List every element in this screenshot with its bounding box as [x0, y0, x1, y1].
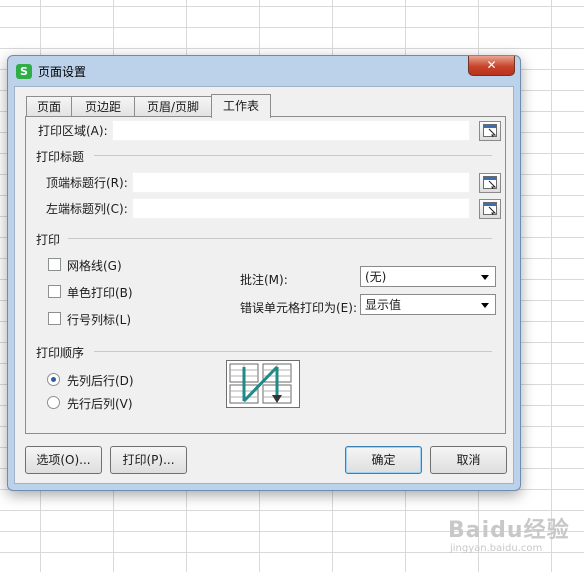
baidu-watermark-url: jingyan.baidu.com: [450, 543, 543, 554]
range-select-icon: [483, 202, 497, 215]
close-button[interactable]: ✕: [468, 56, 515, 76]
cell-errors-select-value: 显示值: [365, 298, 402, 312]
separator: [94, 155, 492, 156]
mono-print-checkbox[interactable]: [48, 285, 61, 298]
over-then-down-label: 先行后列(V): [67, 397, 133, 411]
left-columns-label: 左端标题列(C):: [46, 202, 128, 216]
tab-margins[interactable]: 页边距: [71, 96, 135, 117]
tab-page[interactable]: 页面: [26, 96, 72, 117]
tab-sheet[interactable]: 工作表: [211, 94, 271, 118]
print-section-label: 打印: [36, 233, 61, 247]
range-select-icon: [483, 176, 497, 189]
print-button[interactable]: 打印(P)...: [110, 446, 187, 474]
separator: [94, 351, 492, 352]
top-rows-picker-button[interactable]: [479, 173, 501, 193]
ok-button[interactable]: 确定: [345, 446, 422, 474]
top-rows-label: 顶端标题行(R):: [46, 176, 128, 190]
options-button[interactable]: 选项(O)...: [25, 446, 102, 474]
comments-select[interactable]: (无): [360, 266, 496, 287]
page-setup-dialog: S 页面设置 ✕ 页面 页边距 页眉/页脚 工作表 打印区域(A): 打印标题 …: [7, 55, 521, 491]
range-select-icon: [483, 124, 497, 137]
row-col-headings-checkbox[interactable]: [48, 312, 61, 325]
baidu-watermark: Baidu经验: [448, 518, 570, 543]
left-columns-picker-button[interactable]: [479, 199, 501, 219]
chevron-down-icon: [481, 275, 489, 280]
page-order-preview-icon: [229, 363, 292, 404]
gridlines-checkbox[interactable]: [48, 258, 61, 271]
wps-app-icon: S: [16, 64, 32, 79]
left-columns-input[interactable]: [132, 198, 470, 219]
sheet-tab-panel: 打印区域(A): 打印标题 顶端标题行(R): 左端标题列(C): 打印 网格线: [25, 116, 506, 434]
row-col-headings-label: 行号列标(L): [67, 313, 132, 327]
page-order-preview: [226, 360, 300, 408]
print-area-picker-button[interactable]: [479, 121, 501, 141]
cell-errors-label: 错误单元格打印为(E):: [240, 301, 357, 315]
dialog-client: 页面 页边距 页眉/页脚 工作表 打印区域(A): 打印标题 顶端标题行(R):…: [14, 86, 514, 484]
dialog-title: 页面设置: [38, 65, 87, 79]
down-then-over-radio[interactable]: [47, 373, 60, 386]
print-area-label: 打印区域(A):: [38, 124, 108, 138]
mono-print-label: 单色打印(B): [67, 286, 133, 300]
cell-errors-select[interactable]: 显示值: [360, 294, 496, 315]
print-area-input[interactable]: [112, 120, 470, 141]
comments-label: 批注(M):: [240, 273, 288, 287]
chevron-down-icon: [481, 303, 489, 308]
down-then-over-label: 先列后行(D): [67, 374, 134, 388]
gridlines-label: 网格线(G): [67, 259, 122, 273]
page-order-section-label: 打印顺序: [36, 346, 85, 360]
print-titles-section-label: 打印标题: [36, 150, 85, 164]
separator: [68, 238, 492, 239]
top-rows-input[interactable]: [132, 172, 470, 193]
comments-select-value: (无): [365, 270, 387, 284]
tab-header-footer[interactable]: 页眉/页脚: [134, 96, 212, 117]
over-then-down-radio[interactable]: [47, 396, 60, 409]
title-bar[interactable]: S 页面设置 ✕: [8, 56, 520, 84]
cancel-button[interactable]: 取消: [430, 446, 507, 474]
